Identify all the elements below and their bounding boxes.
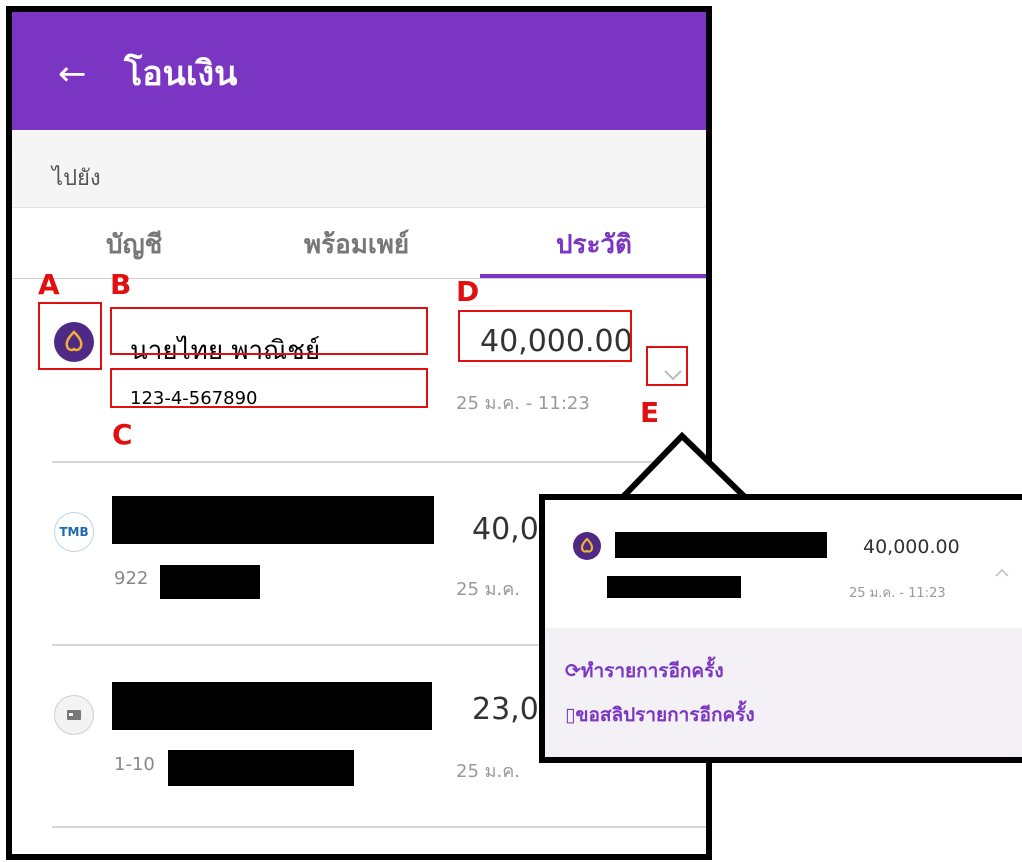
tab-promptpay[interactable]: พร้อมเพย์ [304,224,409,265]
page-title: โอนเงิน [124,54,238,94]
collapse-chevron-icon[interactable] [991,562,1013,584]
recipient-account-prefix: 922 [114,568,149,589]
annotation-label-b: B [110,268,132,301]
request-slip-button[interactable]: ▯ขอสลิปรายการอีกครั้ง [565,700,755,730]
annotation-box-b [110,307,428,355]
redacted-name [112,496,434,544]
popup-amount: 40,000.00 [863,536,960,558]
card-icon [54,695,94,735]
row-divider [52,826,706,828]
tab-account[interactable]: บัญชี [106,224,162,265]
popup-actions-panel: ⟳ทำรายการอีกครั้ง ▯ขอสลิปรายการอีกครั้ง [545,628,1022,757]
repeat-transaction-button[interactable]: ⟳ทำรายการอีกครั้ง [565,656,724,686]
tmb-bank-icon: TMB [54,512,94,552]
transfer-amount: 23,0 [472,692,539,727]
popup-pointer [613,431,755,502]
redacted-account [168,750,354,786]
destination-section: ไปยัง [12,130,706,208]
recipient-account-prefix: 1-10 [114,754,155,775]
expanded-transaction-popup: 40,000.00 25 ม.ค. - 11:23 ⟳ทำรายการอีกคร… [539,494,1022,763]
annotation-label-e: E [640,396,660,429]
request-slip-label: ขอสลิปรายการอีกครั้ง [575,704,755,726]
redacted-name [615,532,827,558]
back-arrow-icon[interactable]: ← [58,54,87,94]
annotation-label-a: A [38,268,60,301]
redacted-name [112,682,432,730]
destination-label: ไปยัง [52,166,101,191]
annotation-box-d [458,310,632,362]
annotation-box-a [38,302,102,370]
refresh-icon: ⟳ [565,660,581,682]
transfer-date: 25 ม.ค. [456,579,520,600]
tab-history[interactable]: ประวัติ [556,224,632,265]
app-bar: ← โอนเงิน [12,12,706,130]
transfer-date: 25 ม.ค. [456,761,520,782]
redacted-account [160,565,260,599]
annotation-label-c: C [112,418,133,451]
repeat-transaction-label: ทำรายการอีกครั้ง [580,660,724,682]
annotation-label-d: D [456,275,480,308]
annotation-box-e [646,346,688,386]
slip-icon: ▯ [565,704,576,726]
scb-bank-icon [573,532,601,560]
redacted-account [607,576,741,598]
annotation-box-c [110,368,428,408]
transfer-amount: 40,0 [472,512,539,547]
popup-date: 25 ม.ค. - 11:23 [849,586,946,601]
transfer-date: 25 ม.ค. - 11:23 [456,393,590,414]
